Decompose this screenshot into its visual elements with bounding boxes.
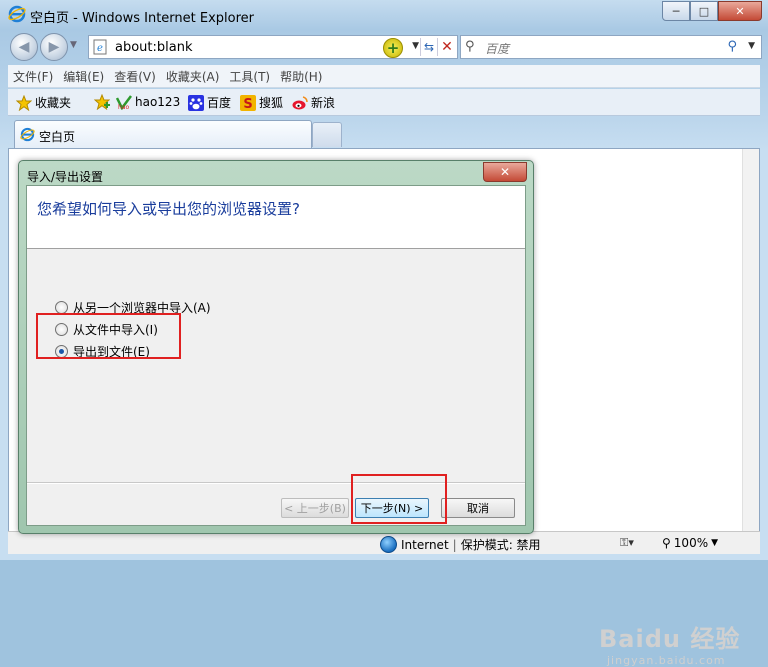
dialog-header: 您希望如何导入或导出您的浏览器设置? <box>27 186 525 249</box>
favorite-sohu[interactable]: S 搜狐 <box>240 94 283 111</box>
favorites-label: 收藏夹 <box>35 96 72 110</box>
search-dropdown-icon[interactable]: ▼ <box>748 41 755 51</box>
search-input[interactable]: 百度 <box>485 40 509 57</box>
back-arrow-icon: ◀ <box>18 39 30 55</box>
sina-weibo-icon <box>292 95 308 109</box>
watermark-brand: Baidu 经验 <box>599 625 741 653</box>
page-icon: e <box>93 39 107 55</box>
svg-text:S: S <box>243 97 252 111</box>
favorite-hao123[interactable]: hao hao123 <box>116 94 180 110</box>
navigation-bar: ◀ ▶ ▼ e about:blank + ▼ ⇆ ✕ ⚲ 百度 ⚲ ▼ <box>0 31 768 63</box>
status-bar: Internet | 保护模式: 禁用 ⚿▾ ⚲ 100% ▼ <box>8 531 760 554</box>
tab-label: 空白页 <box>39 130 76 144</box>
new-tab-button[interactable] <box>312 122 342 147</box>
watermark-url: jingyan.baidu.com <box>607 654 726 667</box>
status-separator: | <box>452 537 457 552</box>
favorite-label: hao123 <box>135 95 181 109</box>
highlight-box-next-button <box>351 474 447 524</box>
back-button[interactable]: ◀ <box>10 33 38 61</box>
stop-icon[interactable]: ✕ <box>437 38 456 56</box>
dialog-question: 您希望如何导入或导出您的浏览器设置? <box>37 200 300 218</box>
favorites-bar: 收藏夹 hao hao123 百度 S 搜狐 新浪 <box>8 89 760 116</box>
refresh-icon[interactable]: ⇆ <box>420 38 437 56</box>
menu-tools[interactable]: 工具(T) <box>224 68 275 85</box>
highlight-box-export-option <box>36 313 181 359</box>
menu-favorites[interactable]: 收藏夹(A) <box>161 68 225 85</box>
hao123-icon: hao <box>116 95 132 110</box>
window-controls: ─ □ ✕ <box>662 1 762 21</box>
favorite-label: 搜狐 <box>259 96 284 110</box>
add-favorite-icon <box>94 94 110 110</box>
address-dropdown-icon[interactable]: ▼ <box>412 41 419 51</box>
forward-button[interactable]: ▶ <box>40 33 68 61</box>
menu-view[interactable]: 查看(V) <box>109 68 161 85</box>
ie-window: 空白页 - Windows Internet Explorer ─ □ ✕ ◀ … <box>0 0 768 667</box>
menu-bar: 文件(F) 编辑(E) 查看(V) 收藏夹(A) 工具(T) 帮助(H) <box>8 65 760 88</box>
maximize-button[interactable]: □ <box>690 1 718 21</box>
zoom-magnifier-icon: ⚲ <box>662 536 671 550</box>
compatibility-plus-icon[interactable]: + <box>383 38 403 58</box>
search-engine-icon: ⚲ <box>465 39 475 54</box>
forward-arrow-icon: ▶ <box>48 39 60 55</box>
favorite-sina[interactable]: 新浪 <box>292 94 335 111</box>
ie-logo-icon <box>8 5 26 23</box>
favorites-button[interactable]: 收藏夹 <box>16 94 71 111</box>
globe-icon <box>380 536 397 553</box>
security-status-icon[interactable]: ⚿▾ <box>620 536 634 550</box>
back-step-button[interactable]: < 上一步(B) <box>281 498 349 518</box>
baidu-paw-icon <box>188 94 204 111</box>
protected-mode-label: 保护模式: 禁用 <box>460 538 541 552</box>
close-button[interactable]: ✕ <box>718 1 762 21</box>
menu-file[interactable]: 文件(F) <box>8 68 58 85</box>
favorite-baidu[interactable]: 百度 <box>188 94 231 111</box>
ie-page-icon <box>20 127 35 142</box>
add-favorite-button[interactable] <box>94 94 110 110</box>
zoom-control[interactable]: ⚲ 100% ▼ <box>662 536 718 550</box>
address-bar[interactable]: e about:blank + ▼ ⇆ ✕ <box>88 35 458 59</box>
security-zone[interactable]: Internet | 保护模式: 禁用 <box>380 536 541 553</box>
baidu-watermark: Baidu 经验 jingyan.baidu.com <box>599 619 740 667</box>
address-input[interactable]: about:blank <box>115 40 193 55</box>
sohu-icon: S <box>240 94 256 111</box>
zoom-dropdown-icon[interactable]: ▼ <box>711 538 718 548</box>
cancel-button[interactable]: 取消 <box>441 498 515 518</box>
svg-text:hao: hao <box>118 104 129 110</box>
zone-label: Internet <box>401 537 449 552</box>
favorite-label: 百度 <box>207 96 232 110</box>
history-dropdown-icon[interactable]: ▼ <box>70 40 77 50</box>
svg-text:e: e <box>97 43 103 54</box>
search-box[interactable]: ⚲ 百度 ⚲ ▼ <box>460 35 762 59</box>
window-title: 空白页 - Windows Internet Explorer <box>30 11 254 26</box>
favorites-star-icon <box>16 94 32 111</box>
title-bar: 空白页 - Windows Internet Explorer ─ □ ✕ <box>0 0 768 30</box>
tab-blank-page[interactable]: 空白页 <box>14 120 312 148</box>
dialog-close-button[interactable]: ✕ <box>483 162 527 182</box>
dialog-title: 导入/导出设置 <box>27 170 104 184</box>
menu-help[interactable]: 帮助(H) <box>275 68 327 85</box>
zoom-level: 100% <box>673 536 709 550</box>
favorite-label: 新浪 <box>311 96 336 110</box>
vertical-scrollbar[interactable] <box>742 149 759 531</box>
search-icon[interactable]: ⚲ <box>727 39 737 54</box>
tab-strip: 空白页 <box>8 117 760 148</box>
button-divider <box>27 482 525 484</box>
menu-edit[interactable]: 编辑(E) <box>58 68 109 85</box>
minimize-button[interactable]: ─ <box>662 1 690 21</box>
